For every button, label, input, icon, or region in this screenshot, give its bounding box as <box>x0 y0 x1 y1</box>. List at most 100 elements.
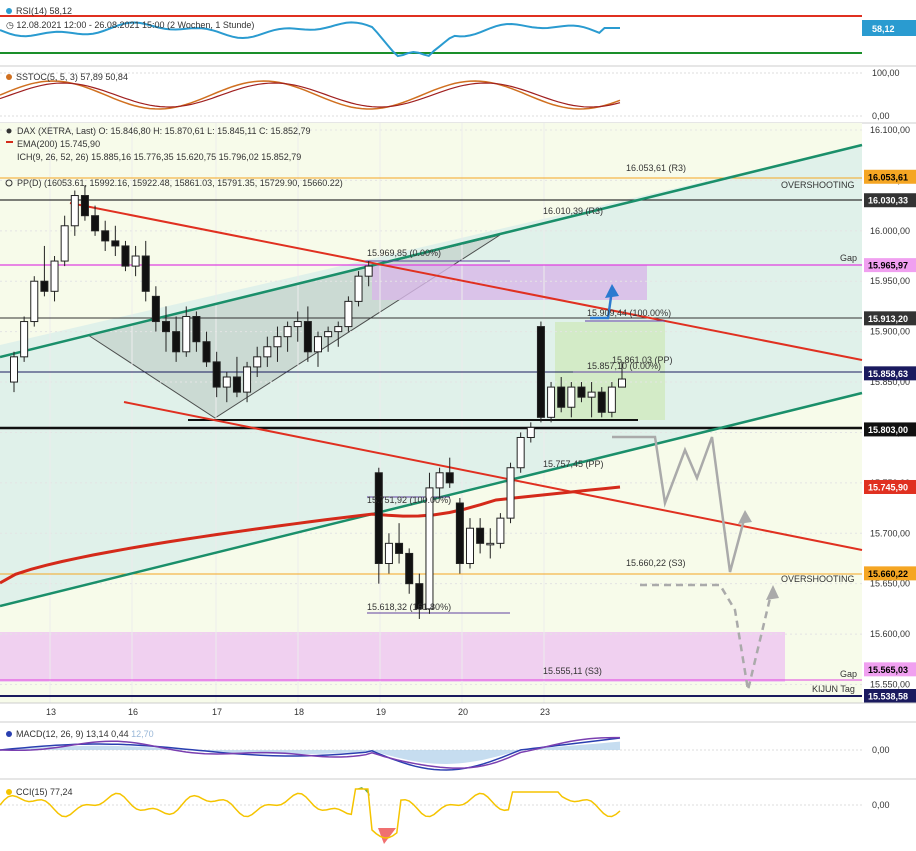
price-tag-label: 16.030,33 <box>868 196 908 206</box>
time-axis-label: 19 <box>376 707 386 717</box>
legend-ema: EMA(200) 15.745,90 <box>17 139 100 149</box>
candle-body <box>587 391 596 398</box>
price-axis-label: 15.550,00 <box>870 679 910 689</box>
annotation-fib-100: 15.909,44 (100.00%) <box>587 308 671 318</box>
rsi-label: RSI(14) 58,12 <box>16 6 72 16</box>
macd-dot-icon <box>6 731 12 737</box>
annotation-overshooting-bottom: OVERSHOOTING <box>781 574 855 584</box>
legend-dot-icon <box>6 128 12 134</box>
candle-body <box>222 376 231 388</box>
candle-body <box>354 275 363 302</box>
candle-body <box>131 255 140 267</box>
candle-body <box>182 316 191 353</box>
rsi-axis-value: 58,12 <box>872 24 895 34</box>
candle-body <box>293 321 302 328</box>
price-tag-label: 15.660,22 <box>868 569 908 579</box>
candle-body <box>111 240 120 247</box>
cci-dot-icon <box>6 789 12 795</box>
time-axis-label: 20 <box>458 707 468 717</box>
period-label: ◷ 12.08.2021 12:00 - 26.08.2021 15:00 (2… <box>6 20 254 30</box>
candle-body <box>40 280 49 292</box>
candle-body <box>547 386 556 418</box>
candle-body <box>425 487 434 610</box>
candle-body <box>516 436 525 469</box>
legend-pp: PP(D) (16053.61, 15992.16, 15922.48, 158… <box>17 178 343 188</box>
price-tag-label: 15.913,20 <box>868 314 908 324</box>
time-axis-label: 18 <box>294 707 304 717</box>
price-axis-label: 15.700,00 <box>870 528 910 538</box>
candle-body <box>10 356 18 383</box>
cci-axis-zero: 0,00 <box>872 800 890 810</box>
candle-body <box>314 336 322 353</box>
time-axis-label: 13 <box>46 707 56 717</box>
sstoc-axis-top: 100,00 <box>872 68 900 78</box>
annotation-kijun: KIJUN Tag <box>812 684 855 694</box>
sstoc-panel: SSTOC(5, 5, 3) 57,89 50,84 100,00 0,00 <box>0 65 916 121</box>
candle-body <box>162 321 170 333</box>
chart-canvas: RSI(14) 58,12 ◷ 12.08.2021 12:00 - 26.08… <box>0 0 916 844</box>
gap-zone-bottom <box>0 632 785 682</box>
candle-body <box>253 356 262 368</box>
candle-body <box>466 527 474 565</box>
time-axis-label: 23 <box>540 707 550 717</box>
candle-body <box>536 326 545 418</box>
time-axis: 13 16 17 18 19 20 23 <box>46 707 550 717</box>
candle-body <box>30 280 39 323</box>
candle-body <box>91 215 100 232</box>
legend-instrument: DAX (XETRA, Last) O: 15.846,80 H: 15.870… <box>17 126 311 136</box>
candle-body <box>567 386 576 408</box>
candle-body <box>607 386 616 413</box>
legend-ichimoku: ICH(9, 26, 52, 26) 15.885,16 15.776,35 1… <box>17 152 301 162</box>
candle-body <box>506 467 515 519</box>
candle-body <box>192 316 201 343</box>
candle-body <box>151 295 160 323</box>
sstoc-axis-bottom: 0,00 <box>872 111 890 121</box>
annotation-fib-0b: 15.857,10 (0.00%) <box>587 361 661 371</box>
candle-body <box>263 346 272 358</box>
candle-body <box>364 265 373 277</box>
price-axis-label: 15.600,00 <box>870 629 910 639</box>
price-tag-label: 15.858,63 <box>868 369 908 379</box>
rsi-dot-icon <box>6 8 12 14</box>
candle-body <box>557 386 566 408</box>
candle-body <box>597 391 606 413</box>
price-axis-label: 16.100,00 <box>870 125 910 135</box>
annotation-s3-low: 15.555,11 (S3) <box>543 666 602 676</box>
main-panel: 16.053,61 (R3) 16.010,39 (R3) 15.969,85 … <box>0 122 916 717</box>
price-axis-label: 15.950,00 <box>870 276 910 286</box>
price-axis-label: 15.900,00 <box>870 327 910 337</box>
candle-body <box>618 378 626 388</box>
cci-line <box>0 788 621 839</box>
candle-body <box>405 552 414 585</box>
price-tag-label: 15.565,03 <box>868 665 908 675</box>
price-tag-label: 15.803,00 <box>868 425 908 435</box>
candle-body <box>445 472 454 484</box>
price-axis-label: 16.000,00 <box>870 226 910 236</box>
candle-body <box>334 326 343 333</box>
candle-body <box>324 331 333 338</box>
candle-body <box>121 245 130 267</box>
price-axis: 16.100,0016.050,0016.000,0015.950,0015.9… <box>870 125 910 689</box>
candle-body <box>384 542 393 565</box>
candle-body <box>141 255 150 292</box>
candle-body <box>374 472 383 565</box>
candle-body <box>344 300 353 328</box>
candle-body <box>476 527 485 544</box>
candle-body <box>212 361 221 388</box>
time-axis-label: 17 <box>212 707 222 717</box>
candle-body <box>526 426 535 438</box>
candle-body <box>435 472 444 489</box>
candle-body <box>101 230 110 242</box>
legend-ema-icon <box>6 141 13 143</box>
time-axis-label: 16 <box>128 707 138 717</box>
annotation-gap-top: Gap <box>840 253 857 263</box>
candle-body <box>80 195 89 217</box>
rsi-panel: RSI(14) 58,12 ◷ 12.08.2021 12:00 - 26.08… <box>0 0 916 62</box>
price-tags: 16.053,61 16.030,33 15.965,97 15.913,20 15.8… <box>864 169 916 703</box>
cci-label: CCI(15) 77,24 <box>16 787 73 797</box>
candle-body <box>60 225 69 262</box>
sstoc-dot-icon <box>6 74 12 80</box>
sstoc-k-line <box>0 80 621 110</box>
candle-body <box>232 376 241 393</box>
candle-body <box>50 260 59 292</box>
